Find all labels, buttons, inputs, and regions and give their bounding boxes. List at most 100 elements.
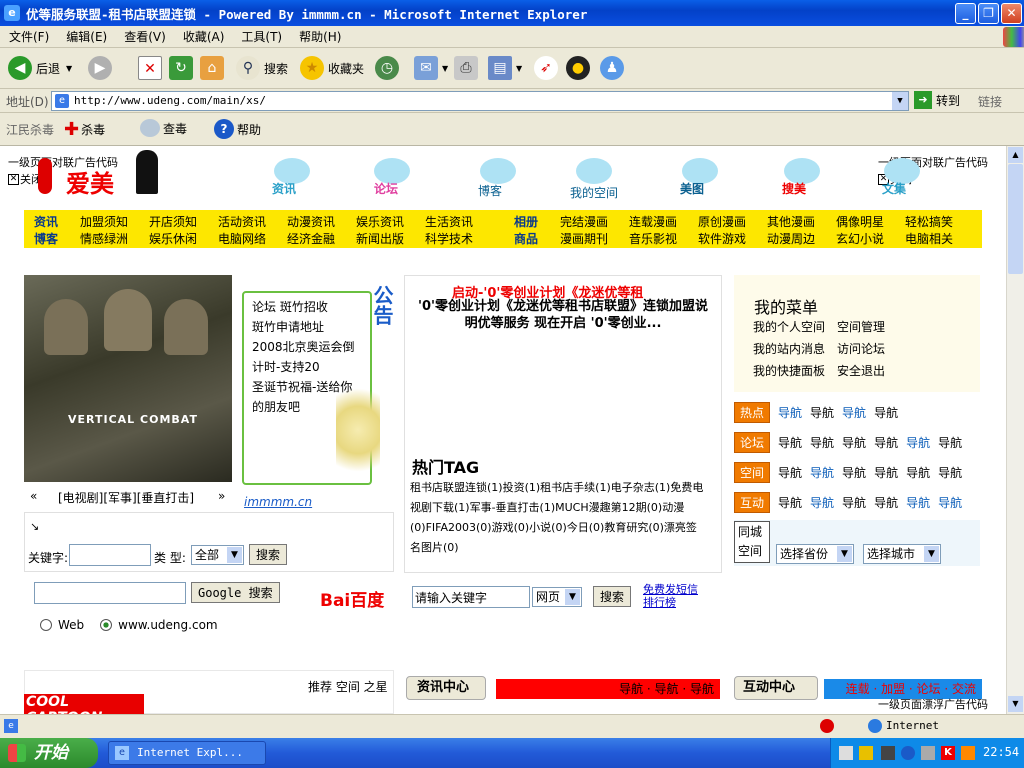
nav-link[interactable]: 导航 (778, 404, 802, 421)
nav-icon-collection[interactable]: 文集 (880, 158, 925, 198)
nav-icon-pictures[interactable]: 美图 (678, 158, 723, 198)
movie-caption[interactable]: [电视剧][军事][垂直打击] (58, 489, 194, 506)
nav-link[interactable]: 情感绿洲 (80, 230, 149, 247)
site-logo[interactable]: 爱美 (38, 150, 168, 198)
help-link-button[interactable]: ? 帮助 (214, 119, 261, 139)
tray-icon[interactable] (901, 746, 915, 760)
nav-row1-head[interactable]: 资讯 (34, 213, 58, 230)
close-button[interactable]: ✕ (1001, 3, 1022, 24)
nav-link[interactable]: 导航 (842, 404, 866, 421)
notice-item[interactable]: 计时-支持20 (252, 357, 364, 377)
menu-item[interactable]: 我的快捷面板 (753, 362, 837, 379)
recommend-label[interactable]: 推荐 空间 之星 (308, 678, 388, 695)
tag-list[interactable]: 租书店联盟连锁(1)投资(1)租书店手续(1)电子杂志(1)免费电视剧下载(1)… (410, 478, 704, 558)
minimize-button[interactable]: _ (955, 3, 976, 24)
qq-button[interactable]: ● (566, 54, 594, 82)
scroll-thumb[interactable] (1008, 164, 1023, 274)
nav-row1-head2[interactable]: 相册 (514, 213, 538, 230)
nav-link[interactable]: 导航 (778, 434, 802, 451)
tray-icon[interactable] (881, 746, 895, 760)
nav-link[interactable]: 导航 (842, 464, 866, 481)
nav-link[interactable]: 生活资讯 (425, 213, 494, 230)
mail-button[interactable]: ✉ ▼ (414, 54, 448, 82)
nav-link[interactable]: 偶像明星 (836, 213, 905, 230)
notice-item[interactable]: 论坛 斑竹招收 (252, 297, 364, 317)
nav-link[interactable]: 导航 (874, 464, 898, 481)
vertical-scrollbar[interactable]: ▲ ▼ (1006, 146, 1024, 714)
radio-site[interactable] (100, 619, 113, 631)
nav-link[interactable]: 轻松搞笑 (905, 213, 974, 230)
nav-link[interactable]: 加盟须知 (80, 213, 149, 230)
cartoon-banner[interactable]: COOL CARTOON (24, 694, 144, 714)
nav-row2-head[interactable]: 博客 (34, 230, 58, 247)
nav-link[interactable]: 导航 (874, 404, 898, 421)
menu-item[interactable]: 我的站内消息 (753, 340, 837, 357)
menu-file[interactable]: 文件(F) (9, 28, 49, 45)
type-select[interactable]: 全部 ▼ (191, 545, 244, 565)
home-button[interactable]: ⌂ (200, 54, 228, 82)
baidu-input[interactable]: 请输入关键字 (412, 586, 530, 608)
nav-row2-head2[interactable]: 商品 (514, 230, 538, 247)
clock[interactable]: 22:54 (983, 745, 1019, 759)
site-search-button[interactable]: 搜索 (249, 544, 288, 565)
nav-link[interactable]: 完结漫画 (560, 213, 629, 230)
tray-icon[interactable] (839, 746, 853, 760)
nav-link[interactable]: 开店须知 (149, 213, 218, 230)
google-input[interactable] (34, 582, 186, 604)
nav-link[interactable]: 动漫周边 (767, 230, 836, 247)
nav-link[interactable]: 玄幻小说 (836, 230, 905, 247)
menu-help[interactable]: 帮助(H) (299, 28, 341, 45)
nav-link[interactable]: 经济金融 (287, 230, 356, 247)
nav-link[interactable]: 音乐影视 (629, 230, 698, 247)
menu-item[interactable]: 安全退出 (837, 362, 937, 379)
stop-button[interactable]: ✕ (138, 54, 166, 82)
nav-link[interactable]: 导航 (906, 494, 930, 511)
address-dropdown-icon[interactable]: ▼ (892, 92, 908, 110)
history-button[interactable]: ◷ (375, 54, 403, 82)
menu-view[interactable]: 查看(V) (124, 28, 166, 45)
nav-icon-forum[interactable]: 论坛 (370, 158, 415, 198)
refresh-button[interactable]: ↻ (169, 54, 197, 82)
menu-favorites[interactable]: 收藏(A) (183, 28, 225, 45)
notice-item[interactable]: 2008北京奥运会倒 (252, 337, 364, 357)
nav-link[interactable]: 导航 (810, 434, 834, 451)
links-label[interactable]: 链接 (978, 93, 1002, 110)
nav-link[interactable]: 漫画期刊 (560, 230, 629, 247)
nav-link[interactable]: 导航 (810, 464, 834, 481)
address-input[interactable]: e http://www.udeng.com/main/xs/ ▼ (51, 91, 909, 111)
nav-link[interactable]: 电脑相关 (905, 230, 974, 247)
kill-virus-button[interactable]: ✚ 杀毒 (64, 119, 105, 140)
nav-link[interactable]: 导航 (874, 494, 898, 511)
tag-interact[interactable]: 互动 (734, 492, 771, 513)
nav-link[interactable]: 新闻出版 (356, 230, 425, 247)
nav-link[interactable]: 活动资讯 (218, 213, 287, 230)
menu-tools[interactable]: 工具(T) (241, 28, 282, 45)
nav-link[interactable]: 动漫资讯 (287, 213, 356, 230)
nav-link[interactable]: 其他漫画 (767, 213, 836, 230)
forward-button[interactable]: ▶ (88, 54, 116, 82)
nav-icon-blog[interactable]: 博客 (476, 158, 521, 198)
movie-next[interactable]: » (218, 489, 225, 503)
tag-forum[interactable]: 论坛 (734, 432, 771, 453)
scan-virus-button[interactable]: 查毒 (140, 119, 187, 137)
news-center-tab[interactable]: 资讯中心 (406, 676, 486, 700)
menu-item[interactable]: 空间管理 (837, 318, 937, 335)
movie-prev[interactable]: « (30, 489, 37, 503)
tag-space[interactable]: 空间 (734, 462, 771, 483)
nav-link[interactable]: 原创漫画 (698, 213, 767, 230)
nav-link[interactable]: 电脑网络 (218, 230, 287, 247)
nav-link[interactable]: 导航 (874, 434, 898, 451)
go-button[interactable]: ➜ 转到 (914, 91, 960, 109)
float-ad[interactable]: 一级页面漂浮广告代码 (878, 696, 988, 712)
nav-link[interactable]: 科学技术 (425, 230, 494, 247)
tray-icon[interactable] (921, 746, 935, 760)
baidu-logo[interactable]: Bai百度 (320, 586, 384, 611)
start-button[interactable]: 开始 (0, 738, 98, 768)
nav-link[interactable]: 导航 (906, 464, 930, 481)
favorites-button[interactable]: ★ 收藏夹 (300, 54, 364, 82)
tray-icon[interactable] (859, 746, 873, 760)
menu-item[interactable]: 访问论坛 (837, 340, 937, 357)
baidu-search-button[interactable]: 搜索 (593, 586, 632, 607)
nav-link[interactable]: 导航 (938, 494, 962, 511)
movie-poster[interactable]: VERTICAL COMBAT (24, 275, 232, 482)
